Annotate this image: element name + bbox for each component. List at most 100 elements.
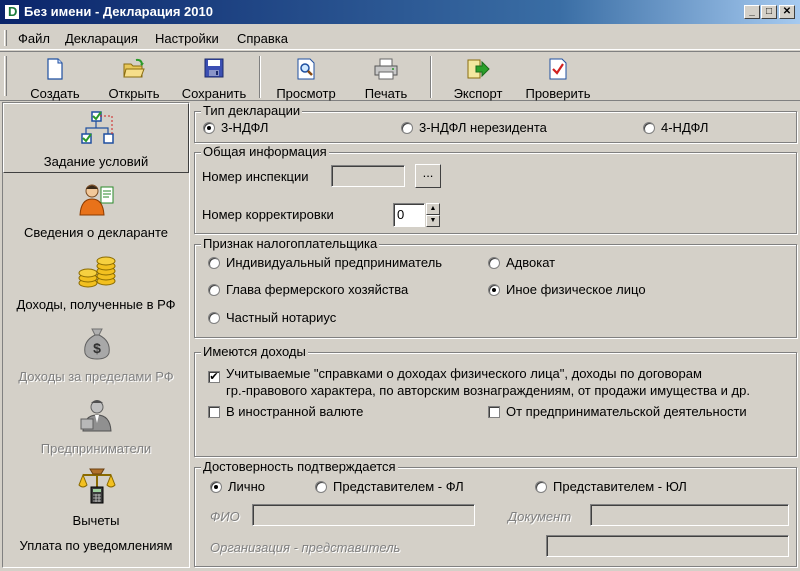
check-document-icon — [549, 58, 567, 80]
close-button[interactable]: ✕ — [779, 5, 795, 19]
group-title: Имеются доходы — [201, 344, 308, 359]
spin-down-button[interactable]: ▼ — [426, 215, 440, 227]
radio-dot[interactable] — [401, 122, 413, 134]
radio-dot[interactable] — [208, 284, 220, 296]
export-icon — [467, 59, 490, 79]
toolbar-separator — [259, 56, 261, 98]
menu-file[interactable]: Файл — [18, 31, 50, 46]
export-button[interactable]: Экспорт — [446, 56, 510, 101]
inspection-input[interactable] — [331, 165, 405, 187]
checkbox-box[interactable] — [208, 406, 220, 418]
radio-4ndfl[interactable]: 4-НДФЛ — [643, 120, 708, 135]
business-income-checkbox[interactable]: От предпринимательской деятельности — [488, 404, 747, 419]
preview-icon — [297, 58, 315, 80]
spin-up-button[interactable]: ▲ — [426, 203, 440, 215]
correction-input[interactable]: 0 — [393, 203, 425, 227]
check-button[interactable]: Проверить — [520, 56, 596, 101]
organization-input[interactable] — [546, 535, 789, 557]
correction-label: Номер корректировки — [202, 207, 334, 222]
radio-label: Индивидуальный предприниматель — [226, 255, 443, 270]
maximize-button[interactable]: □ — [761, 5, 777, 19]
menu-settings[interactable]: Настройки — [155, 31, 219, 46]
radio-personally[interactable]: Лично — [210, 479, 265, 494]
preview-button[interactable]: Просмотр — [270, 56, 342, 101]
save-label: Сохранить — [181, 86, 247, 101]
radio-label: Представителем - ЮЛ — [553, 479, 687, 494]
open-folder-icon — [123, 58, 145, 78]
sidebar-item-income-rf[interactable]: Доходы, полученные в РФ — [3, 247, 189, 317]
sidebar-item-label: Доходы, полученные в РФ — [16, 297, 176, 312]
radio-dot[interactable] — [488, 284, 500, 296]
radio-dot[interactable] — [208, 312, 220, 324]
save-disk-icon — [204, 58, 224, 78]
printer-icon — [374, 58, 398, 80]
radio-dot[interactable] — [643, 122, 655, 134]
inspection-browse-button[interactable]: ... — [415, 164, 441, 188]
radio-label: 4-НДФЛ — [661, 120, 709, 135]
menu-help[interactable]: Справка — [237, 31, 288, 46]
toolbar: Создать Открыть Сохранить Просмотр Печат… — [0, 51, 800, 101]
sidebar-item-deductions[interactable]: Вычеты — [3, 463, 189, 533]
radio-label: Глава фермерского хозяйства — [226, 282, 409, 297]
radio-farm-head[interactable]: Глава фермерского хозяйства — [208, 282, 408, 297]
checkbox-box[interactable]: ✔ — [208, 371, 220, 383]
sidebar-item-entrepreneurs[interactable]: Предприниматели — [3, 391, 189, 461]
save-button[interactable]: Сохранить — [178, 56, 250, 101]
checkbox-label: От предпринимательской деятельности — [506, 404, 747, 419]
radio-label: Адвокат — [506, 255, 556, 270]
certificate-income-checkbox[interactable]: ✔ Учитываемые "справками о доходах физиче… — [208, 366, 702, 383]
radio-dot[interactable] — [208, 257, 220, 269]
sidebar-item-conditions[interactable]: Задание условий — [3, 103, 189, 173]
sidebar-item-label: Уплата по уведомлениям — [19, 538, 173, 553]
radio-dot[interactable] — [535, 481, 547, 493]
declaration-type-group: Тип декларации 3-НДФЛ 3-НДФЛ нерезидента… — [194, 103, 797, 143]
radio-label: Иное физическое лицо — [506, 282, 646, 297]
radio-dot[interactable] — [488, 257, 500, 269]
radio-3ndfl-nonresident[interactable]: 3-НДФЛ нерезидента — [401, 120, 547, 135]
confirmation-group: Достоверность подтверждается Лично Предс… — [194, 459, 797, 567]
group-title: Достоверность подтверждается — [201, 459, 398, 474]
radio-other-individual[interactable]: Иное физическое лицо — [488, 282, 646, 297]
sidebar-item-label: Сведения о декларанте — [24, 225, 168, 240]
certificate-income-label-line2: гр.-правового характера, по авторским во… — [226, 383, 750, 398]
checkbox-label: В иностранной валюте — [226, 404, 364, 419]
fio-input[interactable] — [252, 504, 475, 526]
open-label: Открыть — [108, 86, 160, 101]
toolbar-grip[interactable] — [4, 56, 7, 96]
radio-3ndfl[interactable]: 3-НДФЛ — [203, 120, 268, 135]
title-bar[interactable]: Без имени - Декларация 2010 _ □ ✕ — [0, 0, 800, 24]
radio-representative-legal[interactable]: Представителем - ЮЛ — [535, 479, 687, 494]
menu-bar: Файл Декларация Настройки Справка — [0, 26, 800, 50]
group-title: Тип декларации — [201, 103, 303, 118]
menu-declaration[interactable]: Декларация — [65, 31, 138, 46]
open-button[interactable]: Открыть — [102, 56, 166, 101]
radio-dot[interactable] — [203, 122, 215, 134]
sidebar-nav: Задание условий Сведения о декларанте До… — [2, 102, 190, 568]
create-button[interactable]: Создать — [22, 56, 88, 101]
group-title: Признак налогоплательщика — [201, 236, 380, 251]
group-title: Общая информация — [201, 144, 329, 159]
inspection-label: Номер инспекции — [202, 169, 309, 184]
sidebar-item-label: Вычеты — [72, 513, 120, 528]
minimize-button[interactable]: _ — [744, 5, 760, 19]
sidebar-item-declarant[interactable]: Сведения о декларанте — [3, 175, 189, 245]
radio-label: 3-НДФЛ нерезидента — [419, 120, 547, 135]
sidebar-item-income-abroad[interactable]: $ Доходы за пределами РФ — [3, 319, 189, 389]
radio-dot[interactable] — [315, 481, 327, 493]
foreign-currency-checkbox[interactable]: В иностранной валюте — [208, 404, 363, 419]
tree-structure-icon — [81, 111, 114, 144]
radio-individual-entrepreneur[interactable]: Индивидуальный предприниматель — [208, 255, 442, 270]
businessman-icon — [80, 400, 112, 432]
checkbox-box[interactable] — [488, 406, 500, 418]
radio-dot[interactable] — [210, 481, 222, 493]
radio-representative-individual[interactable]: Представителем - ФЛ — [315, 479, 464, 494]
money-bag-icon: $ — [84, 328, 110, 360]
radio-private-notary[interactable]: Частный нотариус — [208, 310, 336, 325]
sidebar-item-notifications[interactable]: Уплата по уведомлениям — [3, 535, 189, 567]
menu-grip[interactable] — [4, 30, 7, 46]
toolbar-separator — [430, 56, 432, 98]
check-label: Проверить — [525, 86, 591, 101]
radio-lawyer[interactable]: Адвокат — [488, 255, 555, 270]
document-input[interactable] — [590, 504, 789, 526]
print-button[interactable]: Печать — [356, 56, 416, 101]
